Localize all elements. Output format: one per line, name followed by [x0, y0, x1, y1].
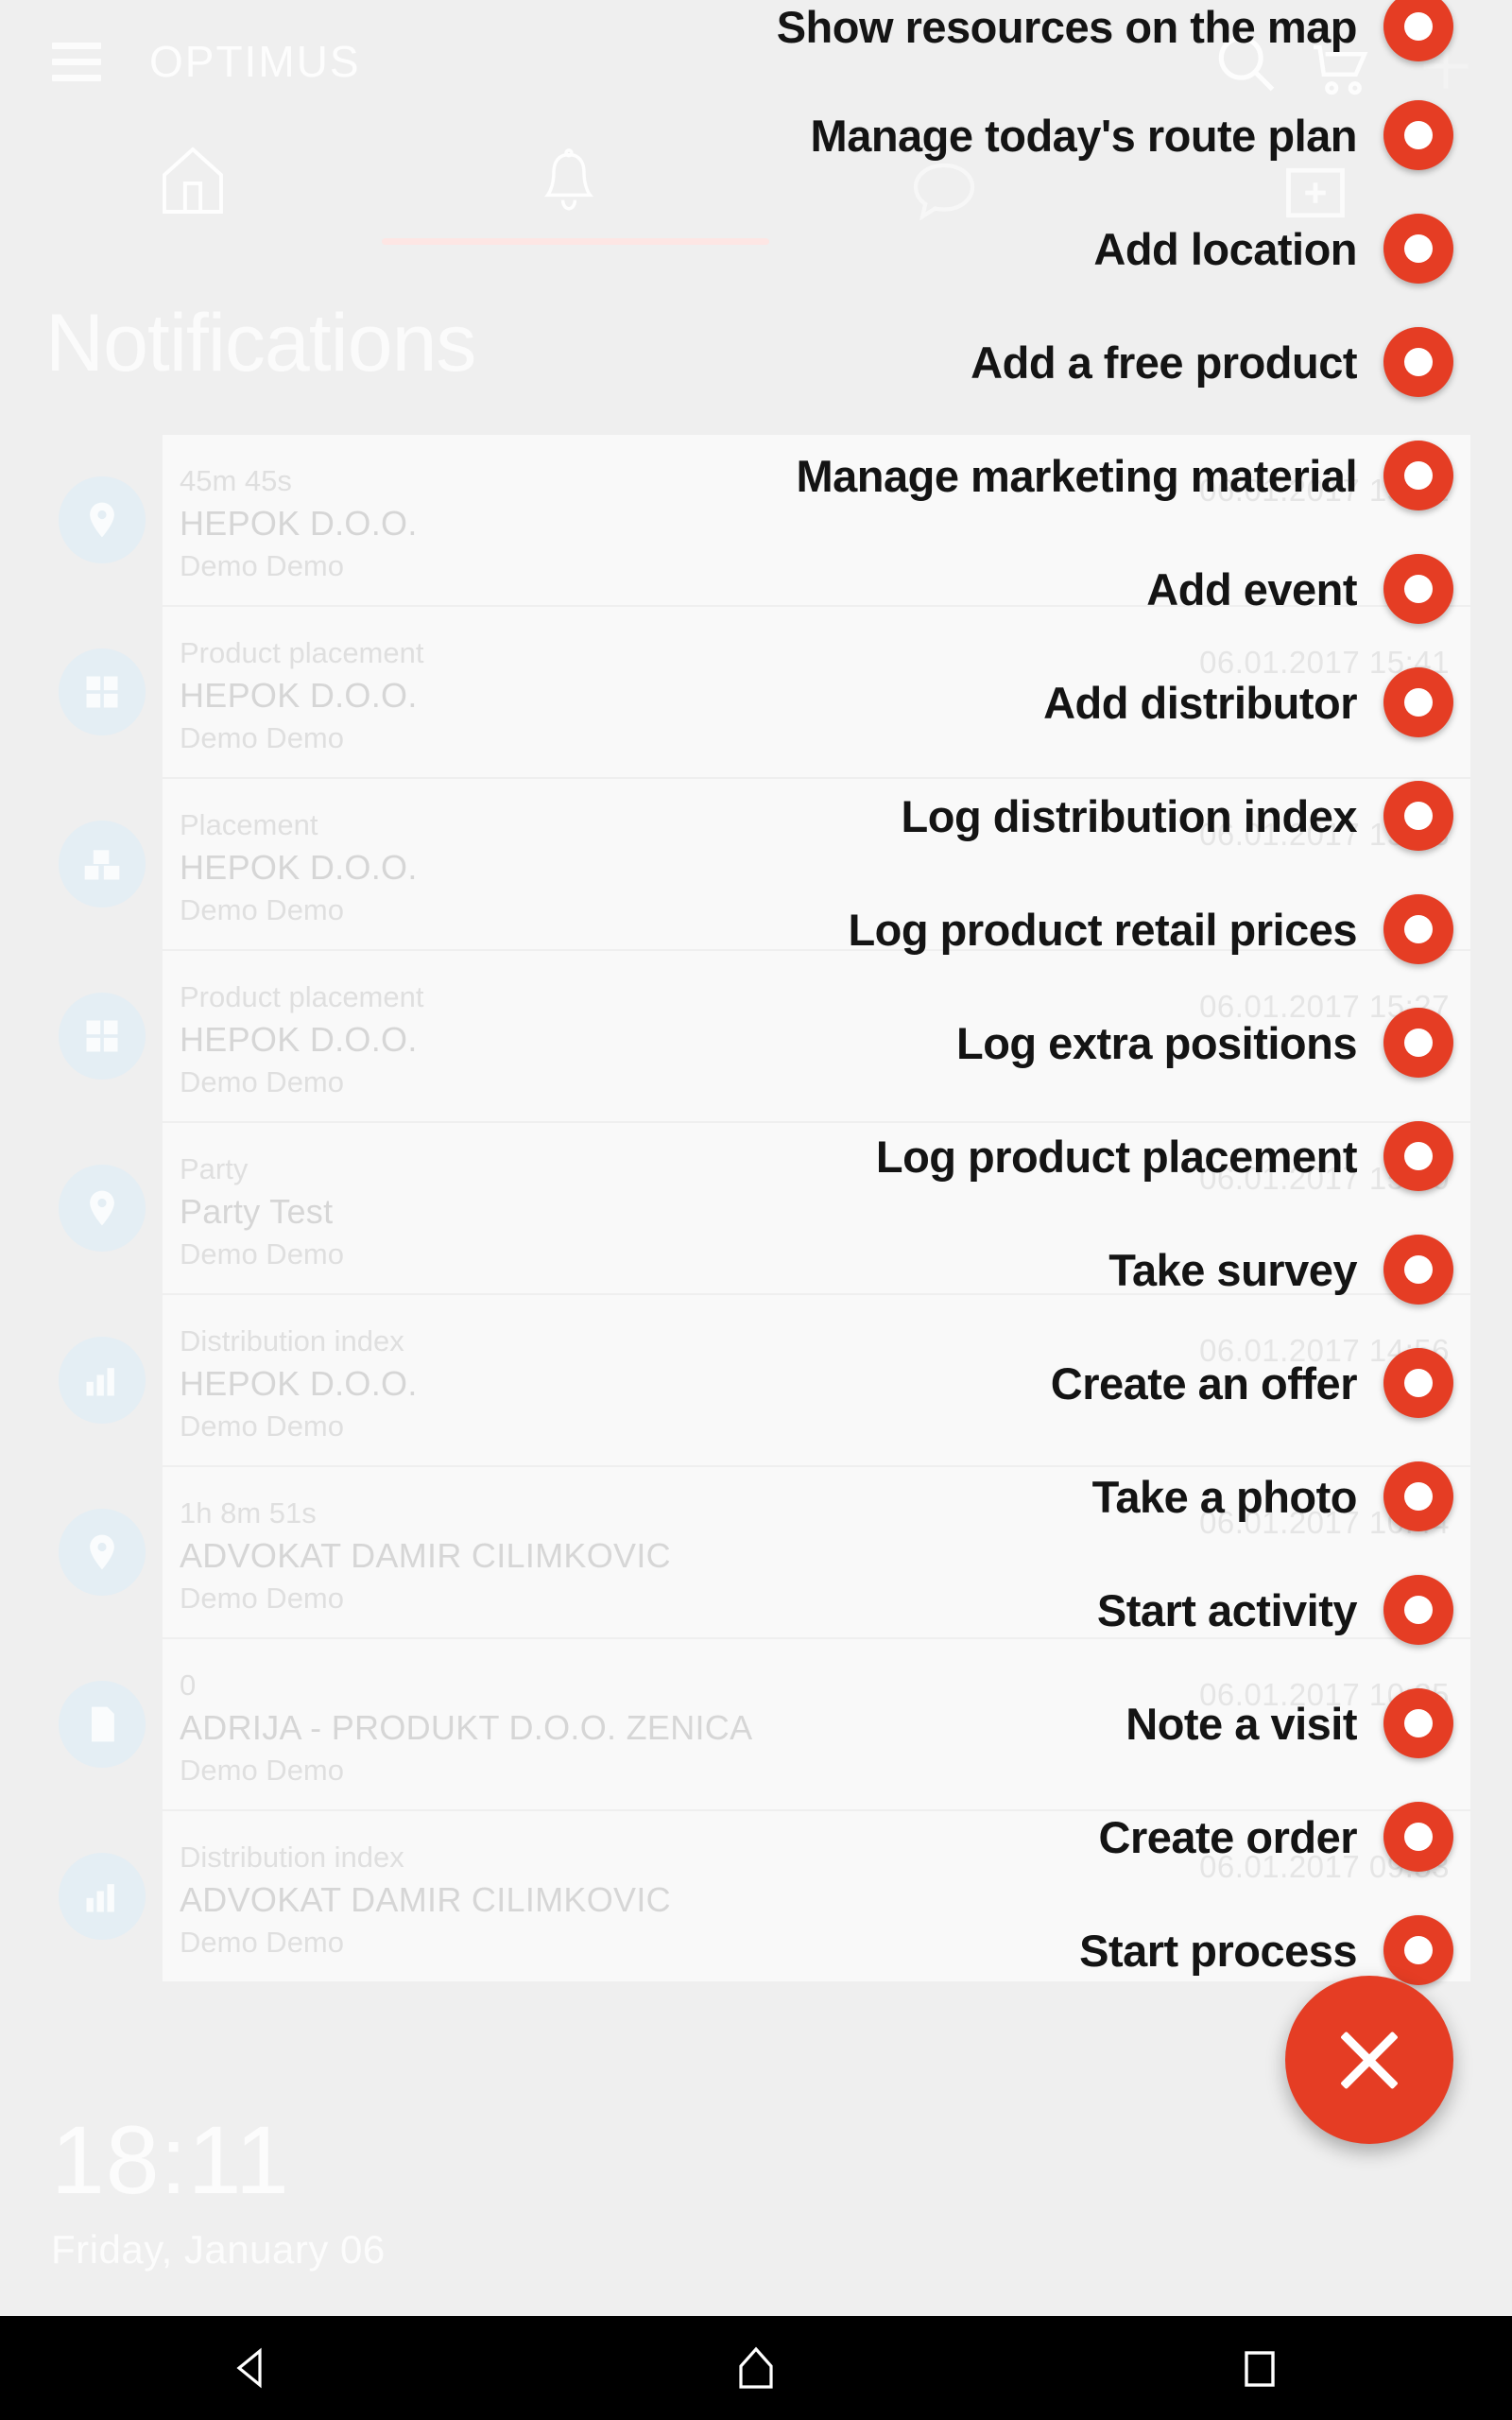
- menu-item-add-distributor[interactable]: Add distributor: [0, 667, 1512, 737]
- menu-item-icon[interactable]: [1383, 1235, 1453, 1305]
- menu-item-label: Start process: [1079, 1925, 1357, 1976]
- notification-entity: ADVOKAT DAMIR CILIMKOVIC: [180, 1879, 671, 1919]
- menu-item-icon[interactable]: [1383, 554, 1453, 624]
- menu-item-icon[interactable]: [1383, 894, 1453, 964]
- menu-item-icon[interactable]: [1383, 1008, 1453, 1078]
- menu-item-icon[interactable]: [1383, 667, 1453, 737]
- menu-item-label: Manage marketing material: [796, 450, 1358, 501]
- menu-item-add-a-free-product[interactable]: Add a free product: [0, 327, 1512, 397]
- android-navigation-bar: [0, 2316, 1512, 2420]
- menu-item-add-event[interactable]: Add event: [0, 554, 1512, 624]
- tab-messages[interactable]: [907, 157, 981, 225]
- home-pentagon-icon: [739, 2346, 773, 2389]
- nav-recents-button[interactable]: [1203, 2316, 1316, 2420]
- menu-item-icon[interactable]: [1383, 1461, 1453, 1531]
- menu-item-note-a-visit[interactable]: Note a visit: [0, 1688, 1512, 1758]
- menu-item-label: Manage today's route plan: [810, 110, 1358, 161]
- clock-time: 18:11: [51, 2106, 290, 2214]
- menu-item-log-extra-positions[interactable]: Log extra positions: [0, 1008, 1512, 1078]
- menu-item-log-product-retail-prices[interactable]: Log product retail prices: [0, 894, 1512, 964]
- menu-item-take-survey[interactable]: Take survey: [0, 1235, 1512, 1305]
- menu-item-label: Log extra positions: [956, 1017, 1358, 1068]
- notification-type: Product placement: [180, 636, 424, 669]
- lock-clock: 18:11 Friday, January 06: [51, 2112, 386, 2273]
- notification-user: Demo Demo: [180, 1753, 344, 1787]
- menu-item-label: Take a photo: [1091, 1471, 1358, 1522]
- recents-square-icon: [1245, 2351, 1276, 2387]
- menu-item-icon[interactable]: [1383, 441, 1453, 510]
- menu-item-label: Create an offer: [1050, 1357, 1358, 1409]
- menu-item-label: Note a visit: [1125, 1698, 1357, 1749]
- menu-item-label: Log product placement: [875, 1131, 1358, 1182]
- menu-item-icon[interactable]: [1383, 327, 1453, 397]
- clock-date: Friday, January 06: [51, 2227, 386, 2272]
- menu-item-icon[interactable]: [1383, 1121, 1453, 1191]
- menu-item-add-location[interactable]: Add location: [0, 214, 1512, 284]
- back-triangle-icon: [236, 2347, 262, 2389]
- menu-item-create-an-offer[interactable]: Create an offer: [0, 1348, 1512, 1418]
- menu-item-log-product-placement[interactable]: Log product placement: [0, 1121, 1512, 1191]
- menu-item-manage-marketing-material[interactable]: Manage marketing material: [0, 441, 1512, 510]
- menu-item-create-order[interactable]: Create order: [0, 1802, 1512, 1872]
- notification-entity: HEPOK D.O.O.: [180, 503, 418, 543]
- menu-item-start-process[interactable]: Start process: [0, 1915, 1512, 1985]
- menu-item-icon[interactable]: [1383, 781, 1453, 851]
- menu-item-start-activity[interactable]: Start activity: [0, 1575, 1512, 1645]
- notification-entity: HEPOK D.O.O.: [180, 847, 418, 887]
- notification-entity: ADVOKAT DAMIR CILIMKOVIC: [180, 1535, 671, 1575]
- menu-item-label: Add distributor: [1043, 677, 1357, 728]
- menu-item-label: Add a free product: [971, 337, 1357, 388]
- menu-item-label: Log distribution index: [901, 790, 1358, 841]
- menu-item-label: Show resources on the map: [776, 1, 1358, 52]
- menu-item-log-distribution-index[interactable]: Log distribution index: [0, 781, 1512, 851]
- menu-item-label: Log product retail prices: [848, 904, 1357, 955]
- menu-item-manage-todays-route-plan[interactable]: Manage today's route plan: [0, 100, 1512, 170]
- notification-entity: Party Test: [180, 1191, 334, 1231]
- menu-item-icon[interactable]: [1383, 100, 1453, 170]
- menu-item-icon[interactable]: [1383, 214, 1453, 284]
- phone-screen: OPTIMUS Notifications 45m 45s HEPOK D.O.…: [0, 0, 1512, 2420]
- menu-item-label: Add event: [1146, 563, 1357, 614]
- nav-home-button[interactable]: [699, 2316, 813, 2420]
- menu-item-label: Start activity: [1096, 1584, 1358, 1635]
- menu-item-label: Add location: [1093, 223, 1357, 274]
- nav-back-button[interactable]: [196, 2316, 309, 2420]
- menu-item-show-resources-on-the-map[interactable]: Show resources on the map: [0, 0, 1512, 61]
- menu-item-icon[interactable]: [1383, 1915, 1453, 1985]
- menu-item-label: Create order: [1098, 1811, 1358, 1862]
- menu-item-icon[interactable]: [1383, 1575, 1453, 1645]
- close-fab-button[interactable]: [1285, 1976, 1453, 2144]
- menu-item-icon[interactable]: [1383, 1348, 1453, 1418]
- menu-item-icon[interactable]: [1383, 1802, 1453, 1872]
- menu-item-icon[interactable]: [1383, 0, 1453, 61]
- menu-item-label: Take survey: [1108, 1244, 1357, 1295]
- menu-item-icon[interactable]: [1383, 1688, 1453, 1758]
- menu-item-take-a-photo[interactable]: Take a photo: [0, 1461, 1512, 1531]
